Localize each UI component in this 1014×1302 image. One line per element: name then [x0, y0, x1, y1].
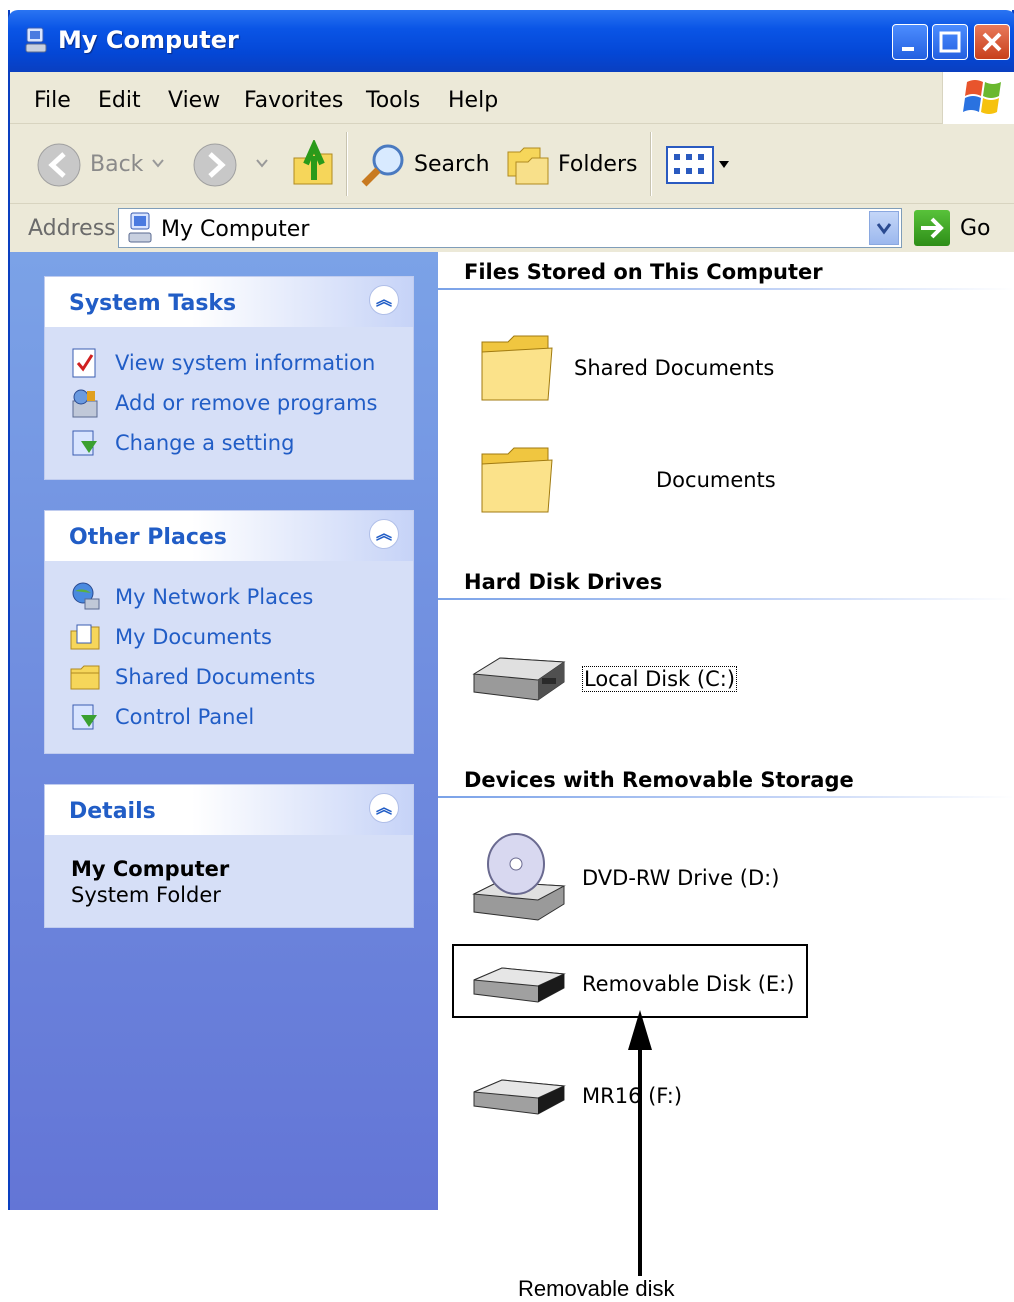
- address-label: Address: [28, 216, 116, 241]
- address-input[interactable]: My Computer: [118, 208, 902, 248]
- task-label: Shared Documents: [115, 665, 316, 689]
- go-arrow-icon: [921, 217, 944, 239]
- minimize-icon: [902, 47, 914, 51]
- other-places-title: Other Places: [69, 525, 227, 550]
- toolbar: Back Search Folders: [10, 124, 1014, 204]
- folder-icon: [481, 335, 553, 401]
- system-tasks-panel: System Tasks ︽ View system information A…: [44, 276, 414, 480]
- title-bar[interactable]: My Computer: [8, 10, 1014, 72]
- item-label: DVD-RW Drive (D:): [582, 866, 780, 890]
- close-icon: [982, 32, 1002, 52]
- search-button[interactable]: Search: [414, 152, 490, 177]
- folders-icon[interactable]: [504, 142, 552, 188]
- menu-edit[interactable]: Edit: [98, 88, 141, 113]
- item-local-disk-c[interactable]: Local Disk (C:): [468, 638, 788, 718]
- address-value: My Computer: [161, 217, 310, 242]
- window-title: My Computer: [58, 26, 239, 54]
- menu-file[interactable]: File: [34, 88, 71, 113]
- menu-favorites[interactable]: Favorites: [244, 88, 343, 113]
- callout-label: Removable disk: [518, 1276, 675, 1301]
- toolbar-separator: [346, 132, 348, 196]
- menu-view[interactable]: View: [168, 88, 220, 113]
- item-label: Shared Documents: [574, 356, 775, 380]
- hard-disk-icon: [472, 657, 566, 701]
- menu-bar: File Edit View Favorites Tools Help: [10, 72, 1014, 124]
- collapse-chevron-icon[interactable]: ︽: [369, 793, 399, 823]
- search-icon[interactable]: [358, 140, 408, 190]
- back-dropdown-icon[interactable]: [152, 158, 164, 168]
- minimize-button[interactable]: [892, 24, 928, 60]
- control-panel-icon: [72, 430, 97, 456]
- forward-dropdown-icon[interactable]: [256, 158, 268, 168]
- views-icon[interactable]: [666, 146, 714, 184]
- maximize-icon: [939, 31, 961, 53]
- up-folder-icon[interactable]: [290, 140, 336, 188]
- task-label: Change a setting: [115, 431, 295, 455]
- callout-arrow-line: [638, 1040, 642, 1276]
- group-divider: [438, 288, 1014, 290]
- control-panel-icon: [72, 704, 97, 730]
- callout-highlight-box: [452, 944, 808, 1018]
- explorer-window: My Computer File Edit View Favorites Too…: [8, 10, 1014, 1210]
- dvd-drive-icon: [472, 833, 566, 921]
- other-places-header[interactable]: Other Places ︽: [45, 511, 413, 561]
- windows-flag-icon: [963, 80, 1001, 114]
- details-type: System Folder: [71, 883, 221, 907]
- group-divider: [438, 796, 1014, 798]
- back-arrow-icon[interactable]: [36, 142, 82, 188]
- toolbar-separator: [650, 132, 652, 196]
- go-button[interactable]: Go: [960, 216, 991, 241]
- item-label: Documents: [656, 468, 776, 492]
- views-dropdown-icon[interactable]: [718, 160, 730, 170]
- chevron-down-icon: [876, 223, 892, 235]
- group-header-files-stored: Files Stored on This Computer: [464, 260, 823, 284]
- network-places-icon: [72, 582, 100, 610]
- address-dropdown-button[interactable]: [869, 211, 899, 245]
- details-name: My Computer: [71, 857, 230, 881]
- collapse-chevron-icon[interactable]: ︽: [369, 285, 399, 315]
- windows-logo: [942, 72, 1014, 124]
- details-panel: Details ︽ My Computer System Folder: [44, 784, 414, 928]
- system-tasks-header[interactable]: System Tasks ︽: [45, 277, 413, 327]
- menu-help[interactable]: Help: [448, 88, 498, 113]
- details-header[interactable]: Details ︽: [45, 785, 413, 835]
- group-divider: [438, 598, 1014, 600]
- my-computer-icon: [128, 212, 152, 243]
- content-pane: Files Stored on This Computer Shared Doc…: [438, 252, 1014, 1210]
- go-arrow-button[interactable]: [914, 210, 950, 246]
- task-label: Control Panel: [115, 705, 255, 729]
- group-header-hard-disk: Hard Disk Drives: [464, 570, 663, 594]
- add-remove-programs-icon: [72, 389, 98, 418]
- task-label: Add or remove programs: [115, 391, 378, 415]
- address-bar: Address My Computer Go: [10, 204, 1014, 252]
- maximize-button[interactable]: [932, 24, 968, 60]
- my-documents-icon: [70, 624, 100, 650]
- item-dvd-rw-drive-d[interactable]: DVD-RW Drive (D:): [468, 830, 808, 926]
- item-shared-documents[interactable]: Shared Documents: [468, 328, 788, 408]
- group-header-removable: Devices with Removable Storage: [464, 768, 854, 792]
- system-tasks-title: System Tasks: [69, 291, 237, 316]
- removable-disk-icon: [473, 1079, 566, 1115]
- task-label: My Documents: [115, 625, 272, 649]
- folder-icon: [70, 665, 100, 690]
- task-label: My Network Places: [115, 585, 314, 609]
- task-label: View system information: [115, 351, 376, 375]
- system-info-icon: [72, 348, 96, 378]
- item-label: MR16 (F:): [582, 1084, 683, 1108]
- close-button[interactable]: [974, 24, 1010, 60]
- collapse-chevron-icon[interactable]: ︽: [369, 519, 399, 549]
- back-button[interactable]: Back: [90, 152, 143, 177]
- my-computer-icon: [25, 27, 47, 53]
- item-label: Local Disk (C:): [582, 666, 738, 692]
- other-places-panel: Other Places ︽ My Network Places My Docu…: [44, 510, 414, 754]
- item-documents[interactable]: Documents: [468, 440, 788, 520]
- folders-button[interactable]: Folders: [558, 152, 637, 177]
- folder-icon: [481, 447, 553, 513]
- menu-tools[interactable]: Tools: [366, 88, 420, 113]
- details-title: Details: [69, 799, 156, 824]
- forward-arrow-icon[interactable]: [192, 142, 238, 188]
- task-pane: System Tasks ︽ View system information A…: [10, 252, 438, 1210]
